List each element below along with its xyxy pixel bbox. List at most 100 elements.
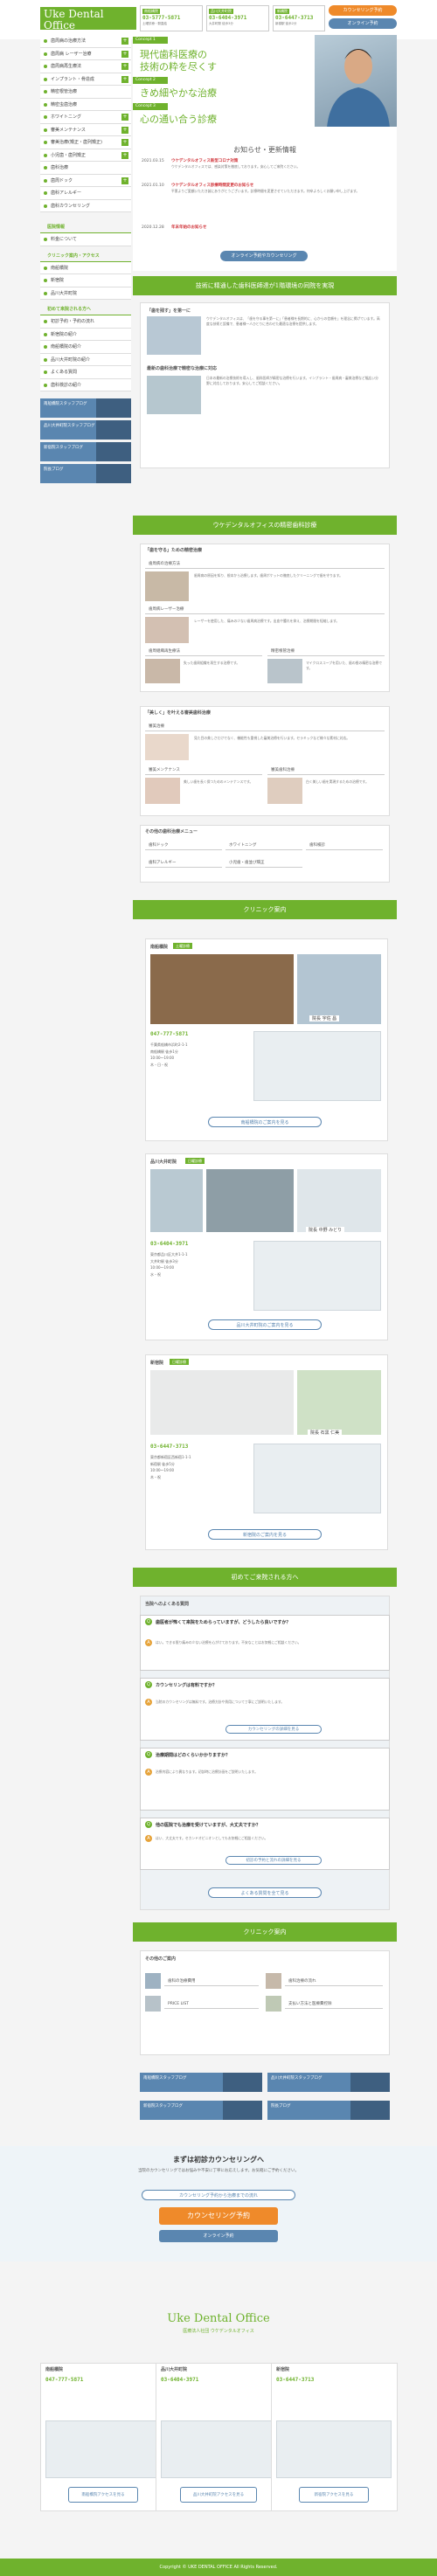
online-counsel-button[interactable]: オンライン予約やカウンセリング xyxy=(220,251,308,261)
blog-banner[interactable]: 新宿院スタッフブログ xyxy=(140,2101,262,2120)
menu-link[interactable]: 歯科ドック xyxy=(145,841,222,850)
faq-more-button[interactable]: 初診の予約と流れの詳細を見る xyxy=(225,1856,322,1865)
faq-question: 他の医院でも治療を受けていますが、大丈夫ですか？ xyxy=(156,1823,260,1828)
cta-flow-button[interactable]: カウンセリング予約から治療までの流れ xyxy=(142,2190,295,2200)
sidebar-item[interactable]: 精密根管治療 xyxy=(40,86,131,99)
header-clinic-2[interactable]: 品川大井町院 03-6404-3971 大井町駅 徒歩3分 xyxy=(206,5,269,31)
sidebar-item[interactable]: 南船橋院の紹介 xyxy=(40,341,131,354)
sidebar-item[interactable]: よくある質問 xyxy=(40,366,131,379)
clinic-map[interactable] xyxy=(253,1241,381,1311)
treatment-card-title[interactable]: 歯周病レーザー治療 xyxy=(145,605,385,614)
clinic-phone[interactable]: 03-6404-3971 xyxy=(150,1241,188,1247)
faq-answer: 当院のカウンセリングは無料です。治療方針や費用について丁寧にご説明いたします。 xyxy=(156,1700,285,1704)
sidebar-item[interactable]: 歯周病の治療方法 + xyxy=(40,35,131,48)
menu-link[interactable]: 歯科検診 xyxy=(306,841,383,850)
blog-banner[interactable]: 品川大井町院スタッフブログ xyxy=(267,2073,390,2092)
footer-access-button[interactable]: 品川大井町院アクセスを見る xyxy=(180,2487,257,2503)
logo[interactable]: Uke Dental Office 医療法人社団 ウケデンタルオフィス xyxy=(40,7,136,37)
intro-heading: 技術に精通した歯科医師達が1階環境の同院を実現 xyxy=(133,276,397,295)
sidebar-item[interactable]: 歯周病再生療法 + xyxy=(40,60,131,73)
footer-map[interactable] xyxy=(161,2420,276,2478)
footer-map[interactable] xyxy=(45,2420,161,2478)
footer-map[interactable] xyxy=(276,2420,392,2478)
info-link[interactable]: PRICE LIST xyxy=(164,1999,259,2009)
news-item[interactable]: 2020.12.28 年末年始のお知らせ xyxy=(142,225,390,231)
treatment-card-title[interactable]: 審美歯科治療 xyxy=(267,765,385,775)
faq-answer: はい、大丈夫です。セカンドオピニオンとしてもお気軽にご相談ください。 xyxy=(156,1836,268,1840)
clinic-detail-button[interactable]: 品川大井町院のご案内を見る xyxy=(208,1319,322,1330)
treatment-card-title[interactable]: 歯周組織再生療法 xyxy=(145,647,262,656)
faq-all-button[interactable]: よくある質問を全て見る xyxy=(208,1887,322,1898)
staff-photo xyxy=(223,2073,262,2092)
info-link[interactable]: 歯科の治療費用 xyxy=(164,1977,259,1986)
sidebar-item[interactable]: 歯周ドック + xyxy=(40,174,131,187)
sidebar-menu: 歯周病の治療方法 + 歯周病 レーザー治療 + 歯周病再生療法 + インプラント・骨造… xyxy=(40,35,131,212)
faq-question: 治療期間はどのくらいかかりますか？ xyxy=(156,1753,231,1758)
sidebar-item[interactable]: 新宿院の紹介 xyxy=(40,328,131,341)
answer-icon: A xyxy=(145,1699,152,1706)
treatment-card-text: 失った歯周組織を再生する治療です。 xyxy=(184,661,240,665)
doctor-name: 院長 中野 みどり xyxy=(306,1227,345,1233)
treatment-card-title[interactable]: 歯周病の治療方法 xyxy=(145,559,385,569)
clinic-phone[interactable]: 047-777-5871 xyxy=(150,1031,188,1037)
sidebar-blog-banner[interactable]: 院長ブログ xyxy=(40,464,131,483)
clinic-map[interactable] xyxy=(253,1031,381,1101)
sidebar-item[interactable]: 歯科治療 xyxy=(40,162,131,175)
treatment-card-title[interactable]: 審美メンテナンス xyxy=(145,765,262,775)
menu-link[interactable]: ホワイトニング xyxy=(225,841,302,850)
blog-banner[interactable]: 院長ブログ xyxy=(267,2101,390,2120)
clinic-detail-button[interactable]: 新宿院のご案内を見る xyxy=(208,1529,322,1540)
answer-icon: A xyxy=(145,1835,152,1842)
sidebar-item[interactable]: 歯周病 レーザー治療 + xyxy=(40,47,131,60)
clinic-map[interactable] xyxy=(253,1444,381,1513)
footer-phone[interactable]: 047-777-5871 xyxy=(45,2377,83,2383)
blog-banner[interactable]: 南船橋院スタッフブログ xyxy=(140,2073,262,2092)
menu-link[interactable]: 小児歯・歯並び矯正 xyxy=(225,858,302,868)
faq-detail-button[interactable]: カウンセリングの詳細を見る xyxy=(225,1725,322,1734)
sidebar-blog-banner[interactable]: 南船橋院スタッフブログ xyxy=(40,398,131,418)
cta-online-button[interactable]: オンライン予約 xyxy=(159,2230,278,2242)
answer-icon: A xyxy=(145,1639,152,1646)
footer-phone[interactable]: 03-6447-3713 xyxy=(276,2377,314,2383)
sidebar-item[interactable]: 新宿院 xyxy=(40,274,131,287)
sidebar-item[interactable]: ホワイトニング + xyxy=(40,111,131,124)
clinic-detail-button[interactable]: 南船橋院のご案内を見る xyxy=(208,1117,322,1127)
sidebar-item[interactable]: 南船橋院 xyxy=(40,261,131,274)
sidebar-item[interactable]: 歯科カウンセリング xyxy=(40,199,131,212)
sidebar-item[interactable]: 精密虫歯治療 xyxy=(40,98,131,111)
logo-title: Uke Dental Office xyxy=(44,8,104,31)
treatment-card-title[interactable]: 審美治療 xyxy=(145,722,385,731)
footer-access-button[interactable]: 新宿院アクセスを見る xyxy=(299,2487,369,2503)
sidebar-item[interactable]: 歯科アレルギー xyxy=(40,187,131,200)
sidebar-item[interactable]: 料金について xyxy=(40,233,131,246)
sidebar-item[interactable]: 品川大井町院 xyxy=(40,287,131,300)
info-link[interactable]: 支払い方法と医療費控除 xyxy=(285,1999,383,2009)
footer-phone[interactable]: 03-6404-3971 xyxy=(161,2377,198,2383)
footer-access-button[interactable]: 南船橋院アクセスを見る xyxy=(68,2487,138,2503)
concept-tag: Concept 1 xyxy=(133,37,168,44)
header-clinic-1[interactable]: 南船橋院 03-5777-5871 土曜診療・駅直結 xyxy=(140,5,203,31)
sidebar-item[interactable]: インプラント・骨造成 + xyxy=(40,73,131,86)
doctor-name: 院長 石黒 仁美 xyxy=(308,1430,343,1436)
news-item[interactable]: 2021.01.10 ウケデンタルオフィス診療時間変更のお知らせ 平素よりご愛顧い… xyxy=(142,184,390,193)
doctor-photo xyxy=(315,35,397,128)
footer-clinic-name: 品川大井町院 xyxy=(161,2367,188,2372)
sidebar-item[interactable]: 小児歯・歯列矯正 + xyxy=(40,149,131,162)
clinic-phone[interactable]: 03-6447-3713 xyxy=(150,1444,188,1450)
sidebar-item[interactable]: 品川大井町院の紹介 xyxy=(40,353,131,366)
sidebar-blog-banner[interactable]: 品川大井町院スタッフブログ xyxy=(40,420,131,440)
footer-logo[interactable]: Uke Dental Office xyxy=(0,2312,437,2325)
info-link[interactable]: 歯科治療の流れ xyxy=(285,1977,383,1986)
header-clinic-3[interactable]: 新橋院 03-6447-3713 新橋駅 徒歩2分 xyxy=(273,5,325,31)
treatment-card-title[interactable]: 精密根管治療 xyxy=(267,647,385,656)
news-item[interactable]: 2021.03.15 ウケデンタルオフィス新型コロナ対策 ウケデンタルオフィスでは… xyxy=(142,159,390,169)
sidebar-blog-banner[interactable]: 新宿院スタッフブログ xyxy=(40,442,131,461)
header-counsel-button[interactable]: カウンセリング予約 xyxy=(329,5,397,16)
cta-counsel-button[interactable]: カウンセリング予約 xyxy=(159,2207,278,2225)
sidebar-item[interactable]: 初診予約・予約の流れ xyxy=(40,315,131,329)
sidebar-item[interactable]: 審美治療(矯正・歯列矯正) + xyxy=(40,136,131,149)
menu-link[interactable]: 歯科アレルギー xyxy=(145,858,222,868)
sidebar-item[interactable]: 歯科検診の紹介 xyxy=(40,378,131,391)
header-online-button[interactable]: オンライン予約 xyxy=(329,18,397,29)
sidebar-item[interactable]: 審美メンテナンス + xyxy=(40,123,131,136)
